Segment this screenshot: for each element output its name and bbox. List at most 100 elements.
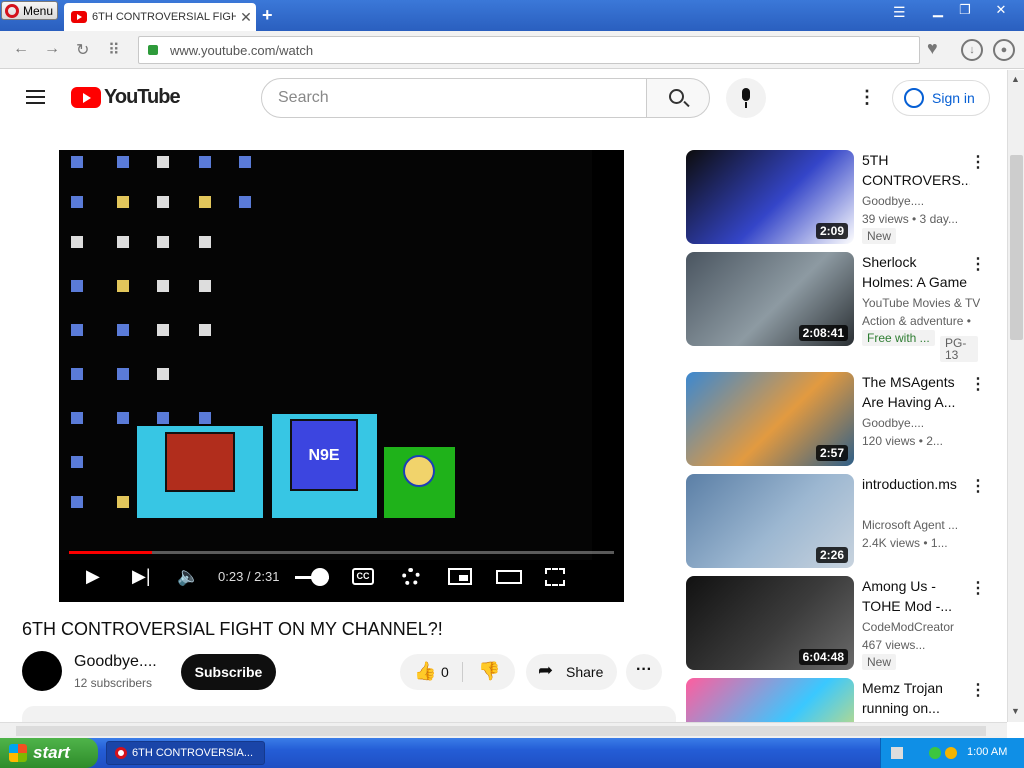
duration-badge: 2:08:41 — [798, 325, 848, 341]
recommendation-title[interactable]: Sherlock Holmes: A Game Of... — [862, 252, 970, 292]
share-label: Share — [566, 664, 604, 680]
network-tray-icon[interactable] — [929, 747, 941, 759]
scroll-down-icon[interactable]: ▼ — [1011, 706, 1020, 716]
browser-tab[interactable]: 6TH CONTROVERSIAL FIGHT ✕ — [64, 3, 256, 31]
recommendation-meta: 120 views • 2... — [862, 434, 943, 448]
video-player[interactable]: N9E ▶ ▶| 🔈 0:23 / 2:31 CC — [59, 150, 624, 602]
channel-avatar[interactable] — [22, 651, 62, 691]
forward-icon[interactable]: → — [44, 40, 60, 58]
sign-in-button[interactable]: Sign in — [892, 80, 990, 116]
tab-title: 6TH CONTROVERSIAL FIGHT — [92, 11, 236, 23]
recommendation-title[interactable]: 5TH CONTROVERS... — [862, 150, 970, 190]
scroll-up-icon[interactable]: ▲ — [1011, 74, 1020, 84]
recommendation-title[interactable]: The MSAgents Are Having A... — [862, 372, 970, 412]
recommendation-card[interactable]: 2:09 5TH CONTROVERS... Goodbye.... 39 views… — [686, 150, 986, 244]
speed-dial-icon[interactable]: ⠿ — [108, 40, 120, 60]
recommendation-card[interactable]: 2:26 introduction.ms Microsoft Agent ... 2.… — [686, 474, 986, 568]
desktop-icon — [157, 196, 169, 208]
desktop-icon — [199, 412, 211, 424]
channel-name[interactable]: Goodbye.... — [74, 653, 157, 671]
horizontal-scrollbar[interactable] — [0, 722, 1007, 738]
green-character-box — [384, 447, 455, 518]
video-progress-bar[interactable] — [69, 551, 614, 554]
new-tab-icon[interactable]: + — [262, 5, 273, 26]
volume-icon[interactable]: 🔈 — [177, 566, 199, 587]
reload-icon[interactable]: ↻ — [76, 40, 89, 60]
recommendation-channel: Goodbye.... — [862, 194, 925, 208]
back-icon[interactable]: ← — [13, 40, 29, 58]
duration-badge: 2:57 — [815, 445, 848, 461]
horizontal-scroll-thumb[interactable] — [16, 726, 986, 736]
voice-search-button[interactable] — [726, 78, 766, 118]
recommendation-title[interactable]: Memz Trojan running on... — [862, 678, 970, 718]
fullscreen-icon[interactable] — [545, 568, 565, 586]
youtube-logo[interactable]: YouTube — [71, 86, 181, 109]
more-actions-button[interactable]: ··· — [626, 654, 662, 690]
desktop-icon — [199, 324, 211, 336]
maximize-icon[interactable]: ❐ — [952, 2, 978, 20]
recommendation-more-icon[interactable]: ⋮ — [970, 680, 986, 700]
miniplayer-icon[interactable] — [448, 568, 472, 585]
search-tray-icon[interactable] — [945, 747, 957, 759]
search-input[interactable]: Search — [261, 78, 647, 118]
start-button[interactable]: start — [0, 738, 98, 768]
tab-menu-icon[interactable]: ☰ — [893, 4, 906, 21]
close-tab-icon[interactable]: ✕ — [236, 9, 256, 26]
keyboard-tray-icon[interactable] — [891, 747, 903, 759]
desktop-icon — [71, 368, 83, 380]
recommendation-thumbnail[interactable]: 2:57 — [686, 372, 854, 466]
subscribe-button[interactable]: Subscribe — [181, 654, 276, 690]
desktop-icon — [117, 412, 129, 424]
video-timecode: 0:23 / 2:31 — [218, 569, 280, 584]
recommendation-more-icon[interactable]: ⋮ — [970, 476, 986, 496]
opera-menu-button[interactable]: Menu — [1, 1, 58, 20]
autoplay-toggle[interactable] — [311, 568, 329, 586]
recommendation-channel: YouTube Movies & TV — [862, 296, 980, 310]
recommendation-more-icon[interactable]: ⋮ — [970, 254, 986, 274]
youtube-play-icon — [71, 87, 101, 108]
desktop-icon — [199, 236, 211, 248]
recommendation-meta: 467 views... — [862, 638, 926, 652]
settings-gear-icon[interactable] — [402, 568, 420, 586]
recommendation-more-icon[interactable]: ⋮ — [970, 152, 986, 172]
captions-button[interactable]: CC — [352, 568, 374, 585]
browser-titlebar: Menu 6TH CONTROVERSIAL FIGHT ✕ + ☰ ▁ ❐ ✕ — [0, 0, 1024, 31]
like-count: 0 — [441, 664, 449, 680]
recommendation-thumbnail[interactable]: 2:26 — [686, 474, 854, 568]
recommendation-more-icon[interactable]: ⋮ — [970, 578, 986, 598]
download-icon[interactable]: ↓ — [961, 39, 983, 61]
desktop-icon — [71, 412, 83, 424]
recommendation-thumbnail[interactable]: 2:08:41 — [686, 252, 854, 346]
recommendation-card[interactable]: 2:57 The MSAgents Are Having A... Goodbye.… — [686, 372, 986, 466]
share-button[interactable]: ➦ Share — [526, 654, 617, 690]
next-icon[interactable]: ▶| — [132, 566, 151, 587]
desktop-icon — [71, 456, 83, 468]
address-field[interactable]: www.youtube.com/watch — [138, 36, 920, 64]
thumbs-up-icon[interactable]: 👍 — [414, 661, 436, 682]
like-divider — [462, 662, 463, 682]
theater-mode-icon[interactable] — [496, 570, 522, 584]
recommendation-thumbnail[interactable]: 2:09 — [686, 150, 854, 244]
like-dislike-group: 👍 0 👎 — [400, 654, 515, 690]
recommendation-thumbnail[interactable]: 6:04:48 — [686, 576, 854, 670]
recommendation-title[interactable]: introduction.ms — [862, 474, 970, 514]
minimize-icon[interactable]: ▁ — [925, 2, 951, 20]
account-icon[interactable]: ● — [993, 39, 1015, 61]
clock: 1:00 AM — [967, 746, 1008, 758]
guide-menu-icon[interactable] — [26, 90, 45, 104]
search-button[interactable] — [646, 78, 710, 118]
recommendation-more-icon[interactable]: ⋮ — [970, 374, 986, 394]
scroll-thumb[interactable] — [1010, 155, 1023, 340]
recommendation-card[interactable]: 6:04:48 Among Us - TOHE Mod -... CodeModCr… — [686, 576, 986, 670]
play-icon[interactable]: ▶ — [86, 566, 100, 587]
recommendation-title[interactable]: Among Us - TOHE Mod -... — [862, 576, 970, 616]
blue-character-box: N9E — [272, 414, 377, 518]
close-window-icon[interactable]: ✕ — [988, 2, 1014, 20]
bookmark-heart-icon[interactable]: ♥ — [927, 38, 938, 59]
taskbar-opera-window[interactable]: 6TH CONTROVERSIA... — [106, 741, 265, 765]
recommendation-card[interactable]: 2:08:41 Sherlock Holmes: A Game Of... YouT… — [686, 252, 986, 362]
thumbs-down-icon[interactable]: 👎 — [478, 661, 500, 682]
settings-more-icon[interactable]: ⋮ — [858, 88, 876, 106]
vertical-scrollbar[interactable]: ▲ ▼ — [1007, 70, 1024, 722]
overlay-text: N9E — [290, 419, 358, 491]
